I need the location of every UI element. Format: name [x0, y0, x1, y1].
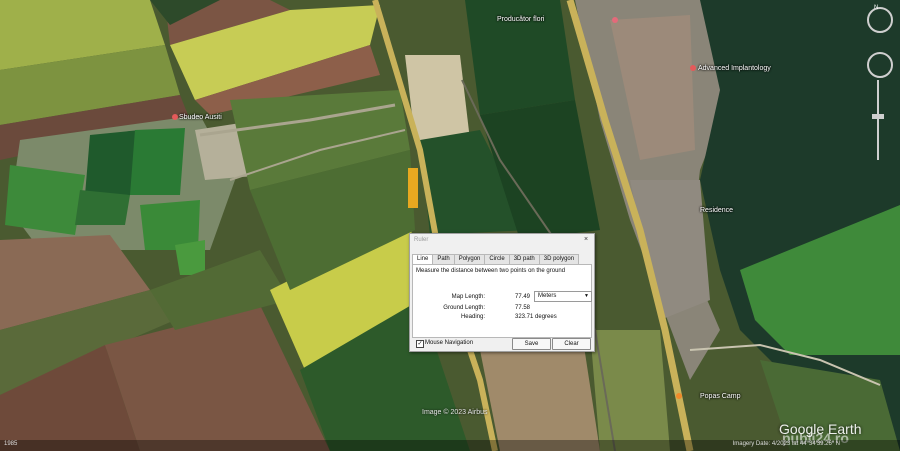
chevron-down-icon: ▼	[584, 293, 589, 299]
satellite-map[interactable]: Producător flori Advanced Implantology S…	[0, 0, 900, 451]
place-pin-icon[interactable]	[172, 114, 178, 120]
unit-select[interactable]: Meters ▼	[534, 291, 592, 302]
ruler-panel: Measure the distance between two points …	[412, 264, 592, 338]
place-label[interactable]: Popas Camp	[700, 393, 740, 400]
compass-icon[interactable]	[867, 7, 893, 33]
compass-north-label: N	[874, 5, 879, 11]
place-label[interactable]: Residence	[700, 207, 733, 214]
dialog-title: Ruler	[414, 237, 429, 243]
historical-year[interactable]: 1985	[4, 441, 17, 447]
ground-length-label: Ground Length:	[443, 305, 485, 311]
clear-button[interactable]: Clear	[552, 338, 591, 350]
ruler-tabs: Line Path Polygon Circle 3D path 3D poly…	[412, 254, 580, 265]
tab-3d-polygon[interactable]: 3D polygon	[538, 254, 580, 264]
ruler-instruction: Measure the distance between two points …	[416, 268, 566, 274]
mouse-navigation-label[interactable]: Mouse Navigation	[425, 340, 473, 346]
place-label[interactable]: Advanced Implantology	[698, 65, 771, 72]
measured-segment	[408, 168, 418, 208]
zoom-slider-icon[interactable]	[877, 80, 879, 160]
tab-circle[interactable]: Circle	[484, 254, 510, 264]
ruler-footer: ✓ Mouse Navigation Save Clear	[412, 338, 592, 350]
tab-path[interactable]: Path	[432, 254, 455, 264]
status-coordinates: Imagery Date: 4/2023 lat 44°34'39.26" N	[732, 441, 840, 447]
look-joystick-icon[interactable]	[867, 52, 893, 78]
unit-select-value: Meters	[538, 293, 557, 299]
place-label[interactable]: Sbudeo Ausiti	[179, 114, 222, 121]
navigation-controls[interactable]: N	[866, 4, 894, 164]
ground-length-value: 77.58	[515, 305, 531, 311]
imagery-credit: Image © 2023 Airbus	[422, 409, 488, 416]
mouse-navigation-checkbox[interactable]: ✓	[416, 340, 424, 348]
zoom-slider-knob[interactable]	[872, 114, 884, 119]
place-pin-icon[interactable]	[676, 393, 682, 399]
map-length-label: Map Length:	[451, 294, 485, 300]
tab-polygon[interactable]: Polygon	[453, 254, 486, 264]
status-bar: 1985 Imagery Date: 4/2023 lat 44°34'39.2…	[0, 440, 900, 451]
place-pin-icon[interactable]	[612, 17, 618, 23]
heading-value: 323.71 degrees	[515, 314, 557, 320]
place-pin-icon[interactable]	[690, 65, 696, 71]
close-icon[interactable]: ×	[582, 236, 590, 244]
tab-3d-path[interactable]: 3D path	[508, 254, 540, 264]
place-label[interactable]: Producător flori	[497, 16, 544, 23]
heading-label: Heading:	[460, 314, 485, 320]
ruler-dialog[interactable]: Ruler × Line Path Polygon Circle 3D path…	[409, 233, 595, 352]
map-length-value: 77.49	[515, 294, 531, 300]
save-button[interactable]: Save	[512, 338, 551, 350]
